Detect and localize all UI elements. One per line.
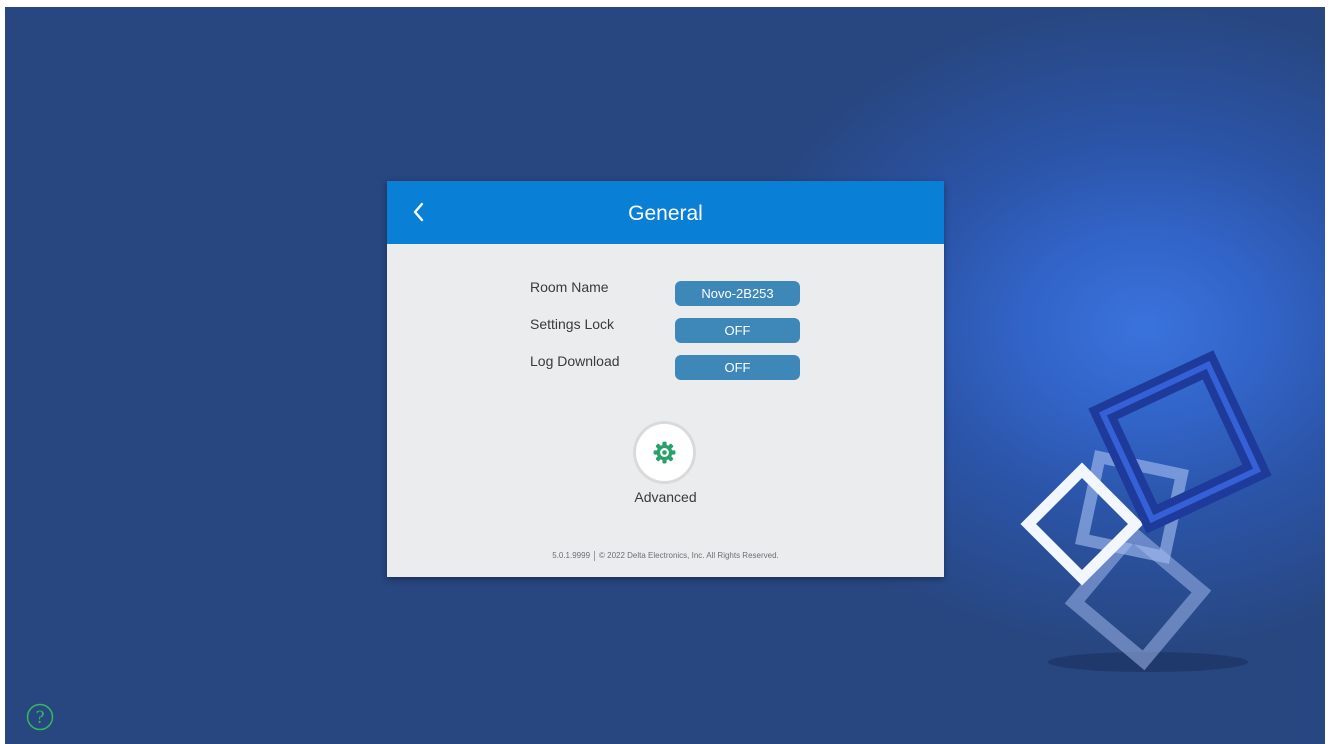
room-name-label: Room Name bbox=[530, 279, 609, 295]
chevron-left-icon bbox=[413, 202, 424, 222]
advanced-label: Advanced bbox=[634, 489, 697, 505]
copyright-text: © 2022 Delta Electronics, Inc. All Right… bbox=[599, 551, 779, 561]
dialog-title: General bbox=[628, 202, 703, 225]
question-icon: ? bbox=[26, 703, 54, 731]
settings-lock-label: Settings Lock bbox=[530, 316, 615, 332]
footer-info: 5.0.1.9999 © 2022 Delta Electronics, Inc.… bbox=[387, 551, 944, 561]
settings-lock-toggle[interactable]: OFF bbox=[675, 318, 800, 343]
help-button[interactable]: ? bbox=[25, 702, 55, 732]
gear-icon bbox=[653, 441, 676, 464]
decorative-cubes-graphic bbox=[1020, 350, 1272, 672]
help-glyph: ? bbox=[35, 708, 44, 728]
back-button[interactable] bbox=[405, 197, 433, 227]
desktop-background: General Room Name Novo-2B253 Settings Lo… bbox=[5, 7, 1325, 744]
room-name-button[interactable]: Novo-2B253 bbox=[675, 281, 800, 306]
version-text: 5.0.1.9999 bbox=[552, 551, 591, 561]
footer-divider bbox=[594, 551, 596, 561]
general-settings-dialog: General Room Name Novo-2B253 Settings Lo… bbox=[387, 181, 944, 577]
dialog-header: General bbox=[387, 181, 944, 244]
log-download-label: Log Download bbox=[530, 353, 620, 369]
log-download-toggle[interactable]: OFF bbox=[675, 355, 800, 380]
advanced-button[interactable] bbox=[636, 424, 693, 481]
